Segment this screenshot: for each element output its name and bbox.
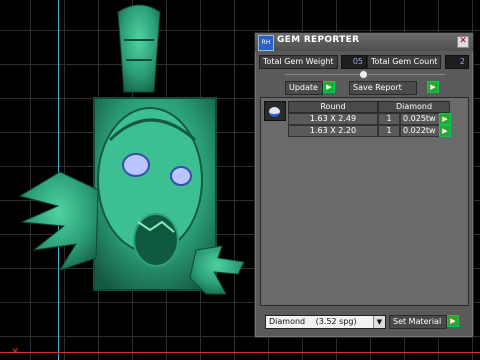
total-gem-count-value: 2 bbox=[445, 55, 469, 69]
update-button[interactable]: Update bbox=[285, 81, 323, 95]
row2-go-icon[interactable]: ▶ bbox=[439, 125, 451, 137]
material-density: (3.52 spg) bbox=[315, 317, 357, 326]
slider-knob[interactable] bbox=[359, 70, 368, 79]
column-header-diamond[interactable]: Diamond bbox=[378, 101, 450, 113]
gem-reporter-window: RH GEM REPORTER ✕ Total Gem Weight 05 To… bbox=[254, 32, 474, 338]
update-go-icon[interactable]: ▶ bbox=[323, 81, 335, 93]
material-select[interactable]: Diamond (3.52 spg) ▼ bbox=[265, 315, 386, 329]
pendant-model[interactable] bbox=[0, 0, 260, 360]
row1-qty: 1 bbox=[378, 113, 400, 125]
title-bar[interactable]: RH GEM REPORTER ✕ bbox=[255, 33, 473, 51]
close-icon[interactable]: ✕ bbox=[457, 36, 469, 48]
save-report-go-icon[interactable]: ▶ bbox=[427, 81, 439, 93]
gem-list: Round Diamond 1.63 X 2.49 1 0.025tw ▶ 1.… bbox=[260, 97, 469, 306]
material-name: Diamond bbox=[269, 317, 306, 326]
set-material-go-icon[interactable]: ▶ bbox=[447, 315, 459, 327]
save-report-button[interactable]: Save Report bbox=[349, 81, 417, 95]
set-material-button[interactable]: Set Material bbox=[389, 315, 447, 329]
row2-size: 1.63 X 2.20 bbox=[288, 125, 378, 137]
row2-weight: 0.022tw bbox=[400, 125, 440, 137]
row2-qty: 1 bbox=[378, 125, 400, 137]
chevron-down-icon[interactable]: ▼ bbox=[373, 316, 385, 328]
round-diamond-icon bbox=[264, 101, 286, 121]
row1-weight: 0.025tw bbox=[400, 113, 440, 125]
window-title: GEM REPORTER bbox=[277, 35, 360, 45]
app-logo-icon: RH bbox=[258, 35, 274, 51]
total-gem-weight-label: Total Gem Weight bbox=[259, 55, 338, 69]
total-gem-count-label: Total Gem Count bbox=[367, 55, 442, 69]
row1-size: 1.63 X 2.49 bbox=[288, 113, 378, 125]
total-gem-weight-value: 05 bbox=[341, 55, 367, 69]
column-header-round[interactable]: Round bbox=[288, 101, 378, 113]
row1-go-icon[interactable]: ▶ bbox=[439, 113, 451, 125]
